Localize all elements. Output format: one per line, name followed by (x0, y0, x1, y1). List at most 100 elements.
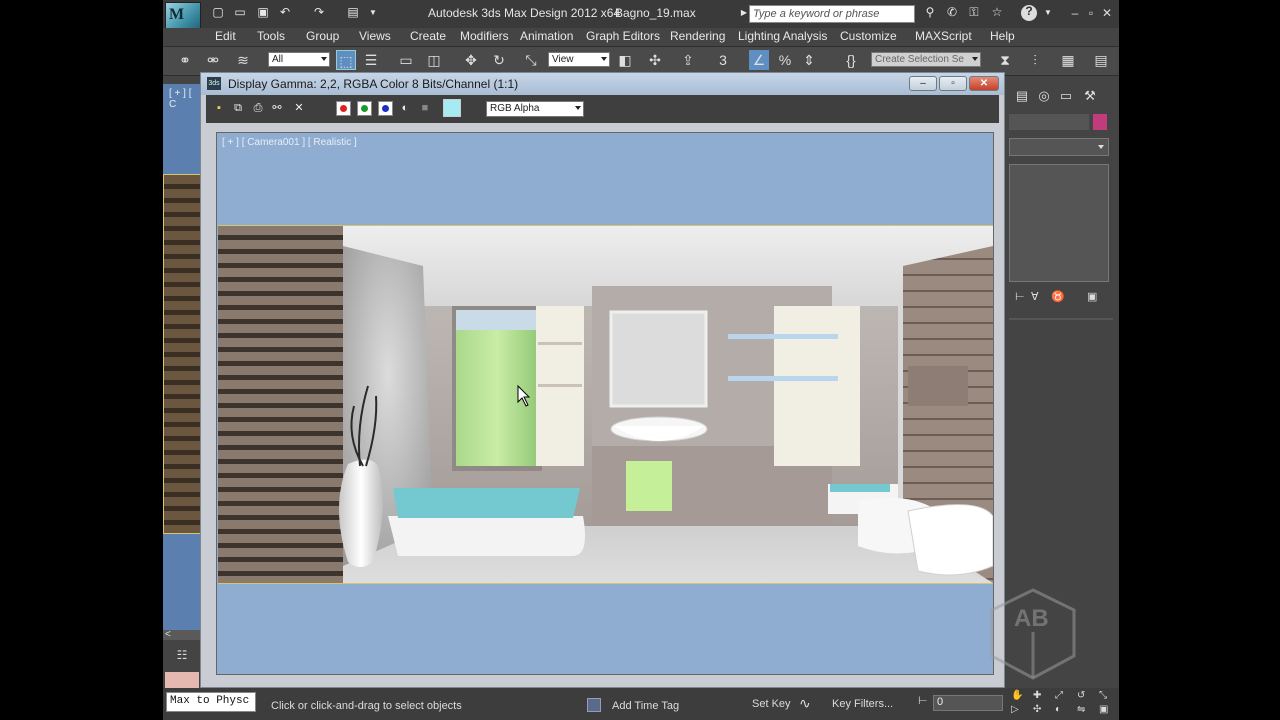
dolly-icon[interactable]: ▷ (1011, 704, 1023, 716)
minimize-button[interactable]: – (1068, 6, 1082, 20)
rendered-frame-window[interactable]: 3ds Display Gamma: 2,2, RGBA Color 8 Bit… (200, 72, 1005, 688)
menu-modifiers[interactable]: Modifiers (460, 29, 509, 43)
set-key-button[interactable]: Set Key (752, 698, 791, 710)
selection-filter-dropdown[interactable]: All (268, 52, 330, 67)
window-crossing-icon[interactable]: ◫ (424, 50, 444, 70)
orbit-icon[interactable]: ↺ (1077, 690, 1089, 702)
close-button[interactable]: ✕ (1100, 6, 1114, 20)
snap-toggle-icon[interactable]: 3 (713, 50, 733, 70)
copy-image-icon[interactable]: ⚯ (270, 101, 284, 115)
pan-icon[interactable]: ✋ (1011, 690, 1023, 702)
menu-rendering[interactable]: Rendering (670, 29, 725, 43)
maximize-viewport-icon[interactable]: ⤡ (1099, 690, 1111, 702)
green-channel-toggle[interactable] (357, 101, 372, 116)
modifier-stack-list[interactable] (1009, 164, 1109, 282)
min-max-toggle-icon[interactable]: ▣ (1099, 704, 1111, 716)
edit-named-selection-icon[interactable]: {} (841, 50, 861, 70)
configure-modifier-sets-icon[interactable]: ▣ (1087, 290, 1103, 304)
menu-lighting-analysis[interactable]: Lighting Analysis (738, 29, 827, 43)
add-time-tag-button[interactable]: Add Time Tag (612, 700, 679, 712)
link-icon[interactable]: ⚭ (175, 50, 195, 70)
key-filters-button[interactable]: Key Filters... (832, 698, 893, 710)
binoculars-icon[interactable]: ⚲ (923, 6, 937, 19)
menu-help[interactable]: Help (990, 29, 1015, 43)
scroll-left-icon[interactable]: < (165, 629, 177, 641)
favorites-star-icon[interactable]: ☆ (990, 6, 1004, 19)
project-folder-icon[interactable]: ▤ (346, 6, 360, 19)
walk-through-icon[interactable]: ✣ (1033, 704, 1045, 716)
clone-window-icon[interactable]: ⧉ (231, 101, 245, 115)
zoom-extents-icon[interactable]: ✚ (1033, 690, 1045, 702)
menu-create[interactable]: Create (410, 29, 446, 43)
percent-snap-icon[interactable]: % (775, 50, 795, 70)
graphite-ribbon-icon[interactable]: ▤ (1091, 50, 1111, 70)
field-of-view-icon[interactable]: ⤢ (1055, 690, 1067, 702)
reference-coord-dropdown[interactable]: View (548, 52, 610, 67)
make-unique-icon[interactable]: ♉ (1051, 290, 1065, 304)
menu-graph-editors[interactable]: Graph Editors (586, 29, 660, 43)
clear-icon[interactable]: ✕ (292, 101, 306, 115)
mirror-icon[interactable]: ⧗ (995, 50, 1015, 70)
customize-qat-icon[interactable]: ▼ (366, 6, 380, 19)
keyboard-shortcut-override-icon[interactable]: ⇪ (678, 50, 698, 70)
hierarchy-panel-icon[interactable]: ▭ (1057, 88, 1075, 106)
align-icon[interactable]: ⫶ (1025, 50, 1045, 70)
redo-icon[interactable]: ↷ (312, 6, 326, 19)
frame-minimize-button[interactable]: – (909, 76, 937, 91)
help-menu-arrow-icon[interactable]: ▼ (1041, 6, 1055, 19)
trackbar-icon[interactable]: ☷ (173, 648, 191, 664)
scale-icon[interactable]: ⤡ (521, 50, 541, 70)
modifier-list-dropdown[interactable] (1009, 138, 1109, 156)
move-icon[interactable]: ✥ (461, 50, 481, 70)
time-config-icon[interactable]: ⊢ (918, 694, 932, 708)
menu-group[interactable]: Group (306, 29, 339, 43)
new-file-icon[interactable]: ▢ (211, 6, 225, 19)
search-input[interactable]: Type a keyword or phrase (749, 5, 915, 23)
angle-snap-icon[interactable]: ∠ (749, 50, 769, 70)
save-file-icon[interactable]: ▣ (256, 6, 270, 19)
object-color-swatch[interactable] (1093, 114, 1107, 130)
layer-manager-icon[interactable]: ▦ (1058, 50, 1078, 70)
restore-button[interactable]: ▫ (1084, 6, 1098, 20)
roll-icon[interactable]: ◐ (1055, 704, 1067, 716)
camera-viewport[interactable]: [ + ] [ Camera001 ] [ Realistic ] (216, 132, 994, 675)
alpha-display-icon[interactable]: ◐ (398, 101, 412, 115)
maxscript-listener-input[interactable]: Max to Physc (166, 692, 256, 712)
monochrome-icon[interactable]: ■ (418, 101, 432, 115)
show-end-result-icon[interactable]: ∀ (1031, 290, 1045, 304)
unlink-icon[interactable]: ⚮ (203, 50, 223, 70)
pin-stack-icon[interactable]: ⊢ (1015, 290, 1029, 304)
select-manipulate-icon[interactable]: ✣ (645, 50, 665, 70)
selection-lock-icon[interactable] (587, 698, 601, 712)
current-frame-field[interactable]: 0 (933, 695, 1003, 711)
motion-panel-icon[interactable]: ◎ (1035, 88, 1053, 106)
spinner-snap-icon[interactable]: ⇕ (799, 50, 819, 70)
key-mode-icon[interactable]: ∿ (799, 695, 817, 713)
save-image-icon[interactable]: ▪ (212, 101, 226, 115)
menu-edit[interactable]: Edit (215, 29, 236, 43)
object-name-field[interactable] (1009, 114, 1089, 130)
blue-channel-toggle[interactable] (378, 101, 393, 116)
channel-display-dropdown[interactable]: RGB Alpha (486, 101, 584, 117)
named-selection-dropdown[interactable]: Create Selection Se (871, 52, 981, 67)
open-file-icon[interactable]: ▭ (233, 6, 247, 19)
frame-close-button[interactable]: ✕ (969, 76, 999, 91)
subscription-icon[interactable]: ⚿ (967, 6, 981, 19)
frame-window-title-bar[interactable]: 3ds Display Gamma: 2,2, RGBA Color 8 Bit… (201, 73, 1004, 95)
print-icon[interactable]: ⎙ (251, 101, 265, 115)
utilities-panel-icon[interactable]: ⚒ (1081, 88, 1099, 106)
communication-center-icon[interactable]: ✆ (945, 6, 959, 19)
menu-views[interactable]: Views (359, 29, 391, 43)
menu-tools[interactable]: Tools (257, 29, 285, 43)
undo-icon[interactable]: ↶ (278, 6, 292, 19)
red-channel-toggle[interactable] (336, 101, 351, 116)
rectangular-selection-icon[interactable]: ▭ (396, 50, 416, 70)
display-panel-icon[interactable]: ▤ (1013, 88, 1031, 106)
menu-customize[interactable]: Customize (840, 29, 897, 43)
rotate-icon[interactable]: ↻ (489, 50, 509, 70)
menu-animation[interactable]: Animation (520, 29, 573, 43)
truck-icon[interactable]: ⇋ (1077, 704, 1089, 716)
help-icon[interactable]: ? (1021, 5, 1037, 21)
left-viewport-strip[interactable]: [ + ] [ C < ☷ (163, 84, 201, 688)
select-object-icon[interactable]: ⬚ (336, 50, 356, 70)
